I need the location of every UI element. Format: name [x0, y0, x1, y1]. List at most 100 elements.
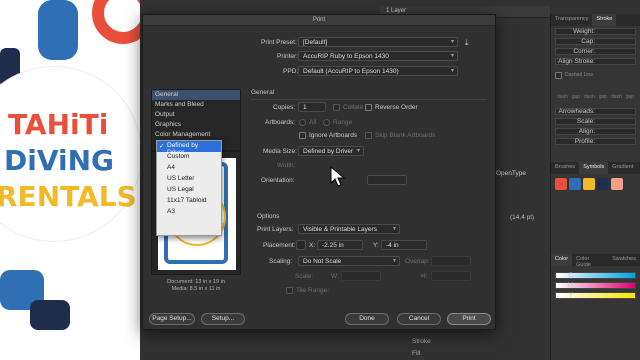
tab-gradient[interactable]: Gradient [608, 162, 637, 174]
scaling-value: Do Not Scale [303, 258, 342, 265]
x-value: -2.25 in [322, 242, 344, 249]
symbol-swatch[interactable] [611, 178, 623, 190]
section-general-heading: General [251, 89, 275, 96]
media-option-us-legal[interactable]: US Legal [157, 185, 221, 196]
y-value: -4 in [386, 242, 399, 249]
arrow-scale-label: Scale: [576, 117, 595, 125]
cancel-button[interactable]: Cancel [397, 313, 441, 325]
gap-label: gap [598, 94, 608, 100]
orientation-buttons[interactable] [367, 175, 407, 185]
collate-checkbox[interactable] [333, 104, 340, 111]
media-option-custom[interactable]: Custom [157, 152, 221, 163]
sidebar-item-general[interactable]: General [152, 90, 240, 100]
ignore-artboards-checkbox[interactable] [299, 132, 306, 139]
x-input[interactable]: -2.25 in [317, 240, 363, 250]
point-size-readout: (14.4 pt) [510, 214, 535, 221]
skip-blank-checkbox[interactable] [365, 132, 372, 139]
y-input[interactable]: -4 in [381, 240, 427, 250]
diver-shape [38, 0, 78, 60]
stroke-row: Corner: [551, 46, 640, 56]
print-button[interactable]: Print [447, 313, 491, 325]
stroke-layer-row[interactable]: Stroke [412, 338, 431, 345]
symbol-swatch[interactable] [583, 178, 595, 190]
tab-swatches[interactable]: Swatches [608, 254, 640, 266]
opentype-panel-tab[interactable]: OpenType [496, 170, 526, 177]
tab-transparency[interactable]: Transparency [551, 14, 592, 26]
save-preset-icon[interactable]: ⤓ [465, 38, 469, 48]
symbols-grid [551, 174, 640, 194]
sidebar-item-marks-and-bleed[interactable]: Marks and Bleed [152, 100, 240, 110]
tab-symbols[interactable]: Symbols [579, 162, 609, 174]
printer-select[interactable]: AccuRIP Ruby to Epson 1430 ▾ [298, 51, 458, 61]
gap-label: gap [571, 94, 581, 100]
media-size-select[interactable]: Defined by Driver ▾ [298, 146, 364, 156]
setup-button[interactable]: Setup... [201, 313, 245, 325]
media-option-tabloid[interactable]: 11x17 Tabloid [157, 196, 221, 207]
dialog-title: Print [143, 15, 495, 26]
symbol-swatch[interactable] [555, 178, 567, 190]
overlap-label: Overlap: [405, 258, 430, 265]
scaling-label: Scaling: [269, 258, 293, 265]
h-input[interactable] [431, 271, 471, 281]
copies-input[interactable]: 1 [298, 102, 326, 112]
properties-panel: Transparency Stroke Weight: Cap: Corner:… [550, 14, 640, 360]
tab-color[interactable]: Color [551, 254, 573, 266]
done-button[interactable]: Done [345, 313, 389, 325]
printer-value: AccuRIP Ruby to Epson 1430 [303, 53, 389, 60]
scaling-select[interactable]: Do Not Scale ▾ [298, 256, 400, 266]
channel-m-label: M [567, 281, 573, 289]
symbol-swatch[interactable] [569, 178, 581, 190]
arrow-align-label: Align: [578, 127, 595, 135]
section-options-heading: Options [257, 213, 280, 220]
w-input[interactable] [341, 271, 381, 281]
artboards-label: Artboards: [265, 119, 295, 126]
page-setup-button[interactable]: Page Setup... [149, 313, 195, 325]
profile-label: Profile: [574, 137, 595, 145]
goggles-shape [30, 300, 70, 330]
gap-label: gap [625, 94, 635, 100]
chevron-down-icon: ▾ [450, 53, 454, 59]
color-channel-row: M [551, 280, 640, 290]
chevron-down-icon: ▾ [450, 39, 454, 45]
ppd-select[interactable]: Default (AccuRIP to Epson 1430) ▾ [298, 66, 458, 76]
weight-label: Weight: [573, 27, 595, 35]
symbol-swatch[interactable] [597, 178, 609, 190]
chevron-down-icon: ▾ [356, 148, 360, 154]
tab-stroke[interactable]: Stroke [592, 14, 617, 26]
tile-range-label: Tile Range: [296, 287, 329, 294]
dashed-line-checkbox[interactable] [555, 71, 562, 79]
stroke-row: Align Stroke: [551, 56, 640, 66]
arrowheads-row: Arrowheads: [551, 106, 640, 116]
w-label: W: [331, 273, 339, 280]
print-preset-label: Print Preset: [261, 39, 297, 46]
all-radio[interactable] [299, 119, 306, 126]
section-divider [251, 99, 487, 100]
print-layers-select[interactable]: Visible & Printable Layers ▾ [298, 224, 400, 234]
range-radio[interactable] [323, 119, 330, 126]
tab-color-guide[interactable]: Color Guide [572, 254, 608, 268]
stroke-row: Weight: [551, 26, 640, 36]
print-layers-value: Visible & Printable Layers [303, 226, 377, 233]
align-stroke-label: Align Stroke: [558, 57, 595, 65]
media-option-a4[interactable]: A4 [157, 163, 221, 174]
channel-c-label: C [568, 271, 573, 279]
sidebar-item-color-management[interactable]: Color Management [152, 130, 240, 140]
media-option-a3[interactable]: A3 [157, 207, 221, 218]
ignore-artboards-label: Ignore Artboards [309, 132, 358, 139]
print-preset-select[interactable]: [Default] ▾ [298, 37, 458, 47]
media-size-label: Media Size: [263, 148, 297, 155]
overlap-input[interactable] [431, 256, 471, 266]
x-label: X: [309, 242, 316, 249]
y-label: Y: [373, 242, 379, 249]
sidebar-item-graphics[interactable]: Graphics [152, 120, 240, 130]
media-option-defined-by-driver[interactable]: ✓ Defined by Driver [157, 141, 221, 156]
fill-layer-row[interactable]: Fill [412, 350, 420, 357]
reverse-order-checkbox[interactable] [365, 104, 372, 111]
chevron-down-icon: ▾ [392, 258, 396, 264]
tab-brushes[interactable]: Brushes [551, 162, 579, 174]
print-preset-value: [Default] [303, 39, 328, 46]
tile-range-checkbox[interactable] [286, 287, 293, 294]
sidebar-item-output[interactable]: Output [152, 110, 240, 120]
placement-reference-grid[interactable] [296, 240, 306, 250]
media-option-us-letter[interactable]: US Letter [157, 174, 221, 185]
